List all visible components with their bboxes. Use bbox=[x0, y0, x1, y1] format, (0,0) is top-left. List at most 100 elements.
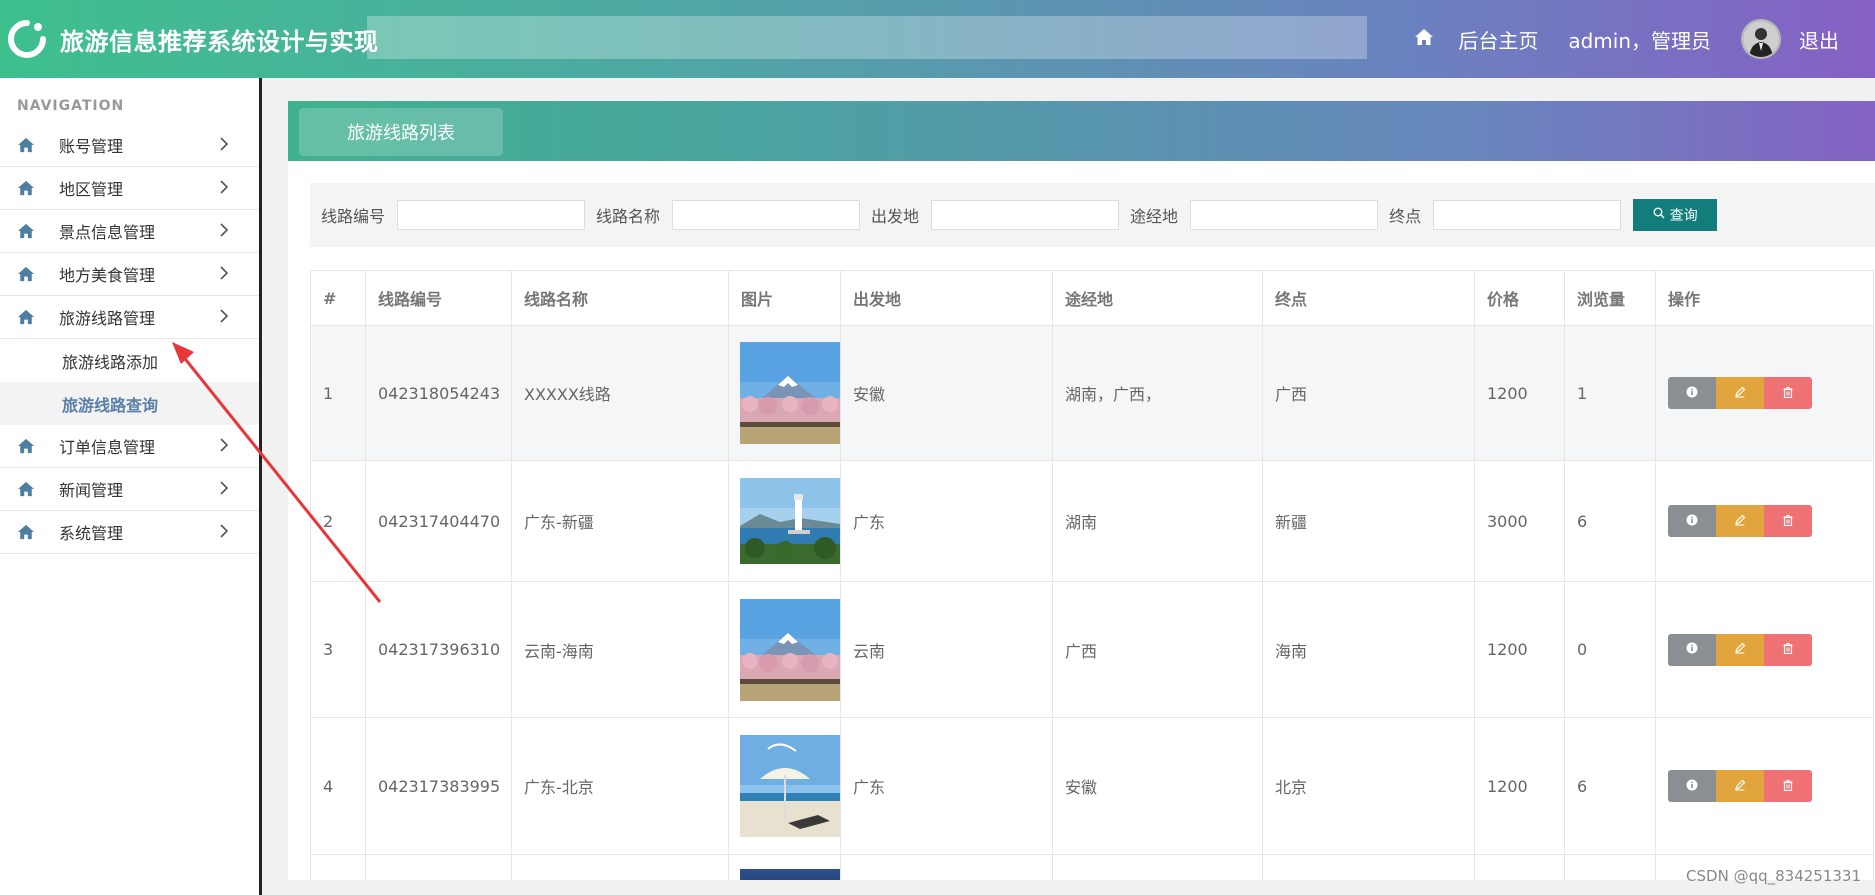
home-icon bbox=[17, 136, 39, 154]
header-search-box[interactable] bbox=[367, 16, 1367, 59]
route-table: # 线路编号 线路名称 图片 出发地 途经地 终点 价格 浏览量 操作 1 04… bbox=[310, 270, 1874, 880]
route-table-container: # 线路编号 线路名称 图片 出发地 途经地 终点 价格 浏览量 操作 1 04… bbox=[310, 270, 1875, 880]
sidebar-item-label: 地区管理 bbox=[59, 180, 124, 199]
cell-departure: 广东 bbox=[840, 460, 1053, 582]
column-header: 终点 bbox=[1262, 270, 1475, 326]
route-thumbnail-mount-fuji[interactable] bbox=[740, 342, 840, 444]
cell-price: 1200 bbox=[1474, 581, 1565, 718]
cell-name: 广东-北京 bbox=[511, 717, 729, 855]
edit-button[interactable] bbox=[1716, 505, 1764, 537]
sidebar-subitem-route-query[interactable]: 旅游线路查询 bbox=[0, 382, 259, 425]
chevron-right-icon bbox=[219, 523, 229, 542]
column-header: 图片 bbox=[728, 270, 841, 326]
sidebar-item-region[interactable]: 地区管理 bbox=[0, 167, 259, 210]
query-button[interactable]: 查询 bbox=[1633, 199, 1718, 231]
cell-destination: 北京 bbox=[1262, 717, 1475, 855]
cell-code: 042317404470 bbox=[365, 460, 512, 582]
trash-icon bbox=[1782, 779, 1794, 794]
route-thumbnail-beach[interactable] bbox=[740, 735, 840, 837]
cell-departure: 广东 bbox=[840, 717, 1053, 855]
column-header: 操作 bbox=[1655, 270, 1874, 326]
chevron-right-icon bbox=[219, 480, 229, 499]
cell-views: 0 bbox=[1564, 581, 1656, 718]
sidebar-item-local-food[interactable]: 地方美食管理 bbox=[0, 253, 259, 296]
chevron-right-icon bbox=[219, 179, 229, 198]
cell-image bbox=[728, 581, 841, 718]
cell-name: XXXXX线路 bbox=[511, 325, 729, 461]
admin-home-link[interactable]: 后台主页 bbox=[1458, 25, 1538, 54]
delete-button[interactable] bbox=[1764, 377, 1812, 409]
pencil-icon bbox=[1734, 642, 1746, 657]
avatar[interactable] bbox=[1741, 19, 1781, 59]
column-header: 浏览量 bbox=[1564, 270, 1656, 326]
cell-price: 1200 bbox=[1474, 717, 1565, 855]
cell-price: 3000 bbox=[1474, 460, 1565, 582]
app-title: 旅游信息推荐系统设计与实现 bbox=[60, 27, 379, 56]
cell-actions bbox=[1655, 717, 1874, 855]
view-details-button[interactable] bbox=[1668, 377, 1716, 409]
cell-views: 6 bbox=[1564, 460, 1656, 582]
sidebar-item-label: 订单信息管理 bbox=[59, 438, 156, 457]
table-header-row: # 线路编号 线路名称 图片 出发地 途经地 终点 价格 浏览量 操作 bbox=[310, 270, 1874, 326]
column-header: 途经地 bbox=[1052, 270, 1263, 326]
panel-header: 旅游线路列表 bbox=[288, 101, 1875, 161]
cell-actions bbox=[1655, 325, 1874, 461]
home-icon[interactable] bbox=[1414, 27, 1434, 51]
chevron-right-icon bbox=[219, 437, 229, 456]
delete-button[interactable] bbox=[1764, 633, 1812, 666]
cell-index: 2 bbox=[310, 460, 366, 582]
table-row bbox=[310, 854, 1874, 880]
route-name-label: 线路名称 bbox=[596, 207, 661, 226]
sidebar-item-attractions[interactable]: 景点信息管理 bbox=[0, 210, 259, 253]
sidebar-item-system[interactable]: 系统管理 bbox=[0, 511, 259, 554]
cell-index: 4 bbox=[310, 717, 366, 855]
route-code-label: 线路编号 bbox=[321, 207, 386, 226]
route-name-input[interactable] bbox=[672, 200, 861, 230]
column-header: 价格 bbox=[1474, 270, 1565, 326]
sidebar-nav: NAVIGATION 账号管理 地区管理 景点信息管理 地方美食管理 旅游线路管… bbox=[0, 78, 262, 895]
route-thumbnail-mount-fuji[interactable] bbox=[740, 598, 840, 701]
sidebar-item-routes[interactable]: 旅游线路管理 bbox=[0, 296, 259, 339]
cell-departure: 云南 bbox=[840, 581, 1053, 718]
cell-code: 042318054243 bbox=[365, 325, 512, 461]
delete-button[interactable] bbox=[1764, 505, 1812, 537]
departure-input[interactable] bbox=[931, 200, 1120, 230]
trash-icon bbox=[1782, 514, 1794, 529]
column-header: 出发地 bbox=[840, 270, 1053, 326]
cell-via: 湖南 bbox=[1052, 460, 1263, 582]
route-thumbnail[interactable] bbox=[740, 869, 840, 880]
destination-input[interactable] bbox=[1433, 200, 1622, 230]
sidebar-item-orders[interactable]: 订单信息管理 bbox=[0, 425, 259, 468]
delete-button[interactable] bbox=[1764, 770, 1812, 802]
view-details-button[interactable] bbox=[1668, 505, 1716, 537]
logout-link[interactable]: 退出 bbox=[1799, 25, 1839, 54]
sidebar-item-news[interactable]: 新闻管理 bbox=[0, 468, 259, 511]
column-header: 线路编号 bbox=[365, 270, 512, 326]
edit-button[interactable] bbox=[1716, 770, 1764, 802]
view-details-button[interactable] bbox=[1668, 770, 1716, 802]
home-icon bbox=[17, 523, 39, 541]
edit-button[interactable] bbox=[1716, 377, 1764, 409]
sidebar-item-account[interactable]: 账号管理 bbox=[0, 124, 259, 167]
query-button-label: 查询 bbox=[1669, 208, 1698, 224]
column-header: # bbox=[310, 270, 366, 326]
route-thumbnail-lighthouse[interactable] bbox=[740, 478, 840, 564]
cell-image bbox=[728, 325, 841, 461]
sidebar-item-label: 景点信息管理 bbox=[59, 223, 156, 242]
view-details-button[interactable] bbox=[1668, 633, 1716, 666]
sidebar-subitem-route-add[interactable]: 旅游线路添加 bbox=[0, 339, 259, 382]
edit-button[interactable] bbox=[1716, 633, 1764, 666]
cell-image bbox=[728, 717, 841, 855]
cell-views: 1 bbox=[1564, 325, 1656, 461]
cell-departure: 安徽 bbox=[840, 325, 1053, 461]
info-icon bbox=[1686, 386, 1698, 401]
home-icon bbox=[17, 265, 39, 283]
via-input[interactable] bbox=[1190, 200, 1379, 230]
top-header: 旅游信息推荐系统设计与实现 后台主页 admin，管理员 退出 bbox=[0, 0, 1875, 78]
tab-route-list[interactable]: 旅游线路列表 bbox=[299, 108, 503, 156]
cell-destination: 海南 bbox=[1262, 581, 1475, 718]
table-row: 3 042317396310 云南-海南 云南 广西 海南 1200 0 bbox=[310, 581, 1874, 718]
route-code-input[interactable] bbox=[397, 200, 586, 230]
trash-icon bbox=[1782, 386, 1794, 401]
info-icon bbox=[1686, 779, 1698, 794]
